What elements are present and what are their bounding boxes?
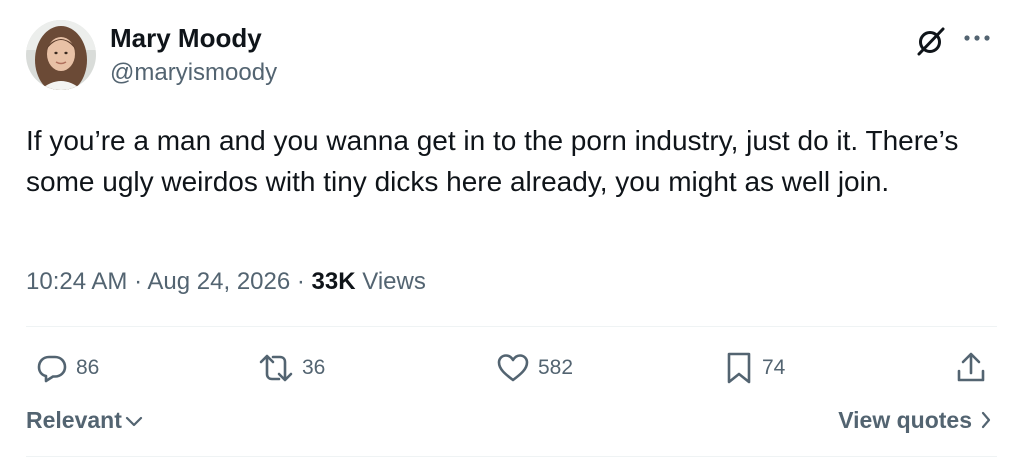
views-count: 33K [311, 268, 356, 295]
bookmark-icon [727, 352, 751, 384]
grok-icon[interactable] [914, 24, 948, 58]
repost-icon [259, 354, 293, 382]
replies-sort-dropdown[interactable]: Relevant [26, 404, 144, 436]
more-icon[interactable] [962, 28, 992, 48]
repost-count: 36 [302, 356, 326, 379]
reply-count: 86 [76, 356, 100, 379]
chevron-down-icon [125, 416, 142, 427]
post-date[interactable]: Aug 24, 2026 [147, 268, 290, 295]
like-count: 582 [538, 356, 574, 379]
heart-icon [497, 354, 529, 382]
view-quotes-link[interactable]: View quotes [838, 404, 992, 436]
reply-icon [37, 355, 67, 383]
view-quotes-label: View quotes [838, 407, 972, 433]
repost-button[interactable]: 36 [258, 350, 325, 386]
divider [26, 456, 997, 457]
like-button[interactable]: 582 [496, 350, 573, 386]
chevron-right-icon [981, 411, 991, 429]
bookmark-button[interactable]: 74 [724, 350, 785, 386]
meta-separator: · [290, 268, 312, 295]
meta-separator: · [127, 268, 148, 295]
post-text: If you’re a man and you wanna get in to … [26, 125, 959, 197]
share-icon [957, 352, 985, 382]
share-button[interactable] [954, 350, 988, 386]
reply-button[interactable]: 86 [36, 350, 99, 386]
views-label: Views [355, 268, 426, 295]
post-time[interactable]: 10:24 AM [26, 268, 127, 295]
tweet-card: Mary Moody @maryismoody If you’re a man … [0, 0, 1024, 459]
divider [26, 326, 997, 327]
author-handle[interactable]: @maryismoody [110, 58, 277, 88]
author-name[interactable]: Mary Moody [110, 22, 262, 54]
replies-sort-label: Relevant [26, 407, 122, 433]
bookmark-count: 74 [762, 356, 786, 379]
post-meta: 10:24 AM · Aug 24, 2026 · 33K Views [26, 266, 426, 298]
avatar[interactable] [26, 20, 96, 90]
